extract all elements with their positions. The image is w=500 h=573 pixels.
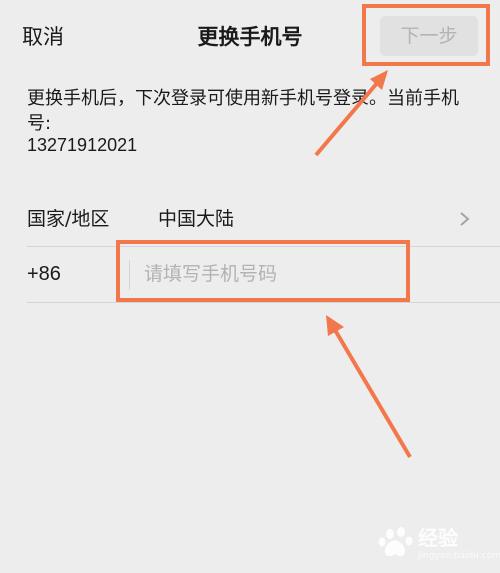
country-region-label: 国家/地区 bbox=[27, 208, 110, 230]
phone-number-row: +86 bbox=[0, 246, 500, 302]
change-phone-description: 更换手机后，下次登录可使用新手机号登录。当前手机号: bbox=[27, 88, 459, 134]
next-step-button[interactable]: 下一步 bbox=[380, 16, 478, 56]
chevron-right-icon bbox=[460, 212, 470, 226]
phone-number-input[interactable] bbox=[144, 258, 404, 290]
watermark-site: jingyan.baidu.com bbox=[418, 551, 500, 561]
divider bbox=[27, 302, 500, 303]
country-code[interactable]: +86 bbox=[27, 260, 61, 288]
arrow-up-left bbox=[326, 315, 412, 459]
watermark-brand: 经验 bbox=[418, 526, 458, 550]
navigation-bar: 取消 更换手机号 下一步 bbox=[0, 0, 500, 72]
current-phone-number: 13271912021 bbox=[27, 135, 138, 155]
country-region-value: 中国大陆 bbox=[158, 208, 235, 230]
country-region-selector[interactable]: 国家/地区 中国大陆 bbox=[0, 191, 500, 247]
vertical-divider bbox=[129, 260, 130, 290]
